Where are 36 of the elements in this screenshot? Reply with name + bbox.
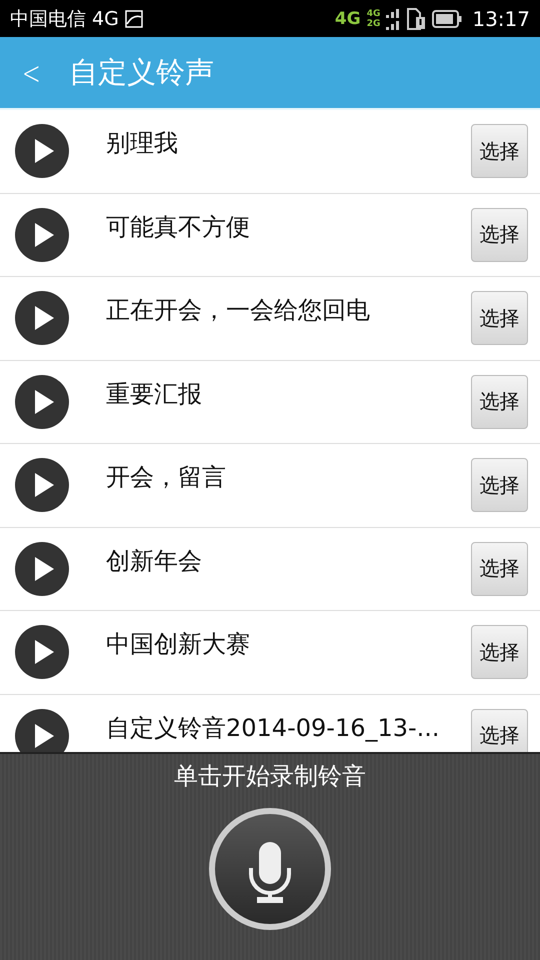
select-button[interactable]: 选择 xyxy=(471,374,528,429)
select-button[interactable]: 选择 xyxy=(471,208,528,262)
ringtone-name: 中国创新大赛 xyxy=(106,629,251,660)
sim-card-icon xyxy=(406,8,426,30)
play-button[interactable] xyxy=(14,708,70,752)
play-button[interactable] xyxy=(14,457,70,514)
select-button[interactable]: 选择 xyxy=(471,542,528,596)
ringtone-name: 可能真不方便 xyxy=(106,212,251,242)
battery-icon xyxy=(432,10,462,28)
play-button[interactable] xyxy=(14,540,70,597)
play-button[interactable] xyxy=(14,290,70,346)
ringtone-name: 重要汇报 xyxy=(106,378,203,410)
ringtone-name: 自定义铃音2014-09-16_13-... xyxy=(106,712,441,744)
clock: 13:17 xyxy=(472,6,530,30)
select-button[interactable]: 选择 xyxy=(471,124,528,178)
network-type: 2G xyxy=(366,18,380,28)
image-icon xyxy=(124,10,143,28)
play-button[interactable] xyxy=(14,123,70,180)
select-button[interactable]: 选择 xyxy=(471,458,528,512)
ringtone-name: 开会，留言 xyxy=(106,462,227,493)
select-button[interactable]: 选择 xyxy=(471,708,528,752)
screen-title: 自定义铃声 xyxy=(68,54,214,90)
play-button[interactable] xyxy=(14,374,70,430)
ringtone-name: 创新年会 xyxy=(106,546,203,576)
select-button[interactable]: 选择 xyxy=(471,625,528,680)
ringtone-name: 别理我 xyxy=(106,128,179,159)
play-button[interactable] xyxy=(14,624,70,680)
record-hint: 单击开始录制铃音 xyxy=(174,761,366,792)
network-type: 4G xyxy=(366,8,380,18)
play-button[interactable] xyxy=(14,206,70,263)
select-button[interactable]: 选择 xyxy=(471,291,528,346)
ringtone-name: 正在开会，一会给您回电 xyxy=(106,295,371,326)
microphone-button[interactable] xyxy=(207,806,333,932)
signal-icon xyxy=(386,8,400,30)
carrier-name: 中国电信 4G xyxy=(10,6,119,32)
network-type: 4G xyxy=(334,8,361,28)
